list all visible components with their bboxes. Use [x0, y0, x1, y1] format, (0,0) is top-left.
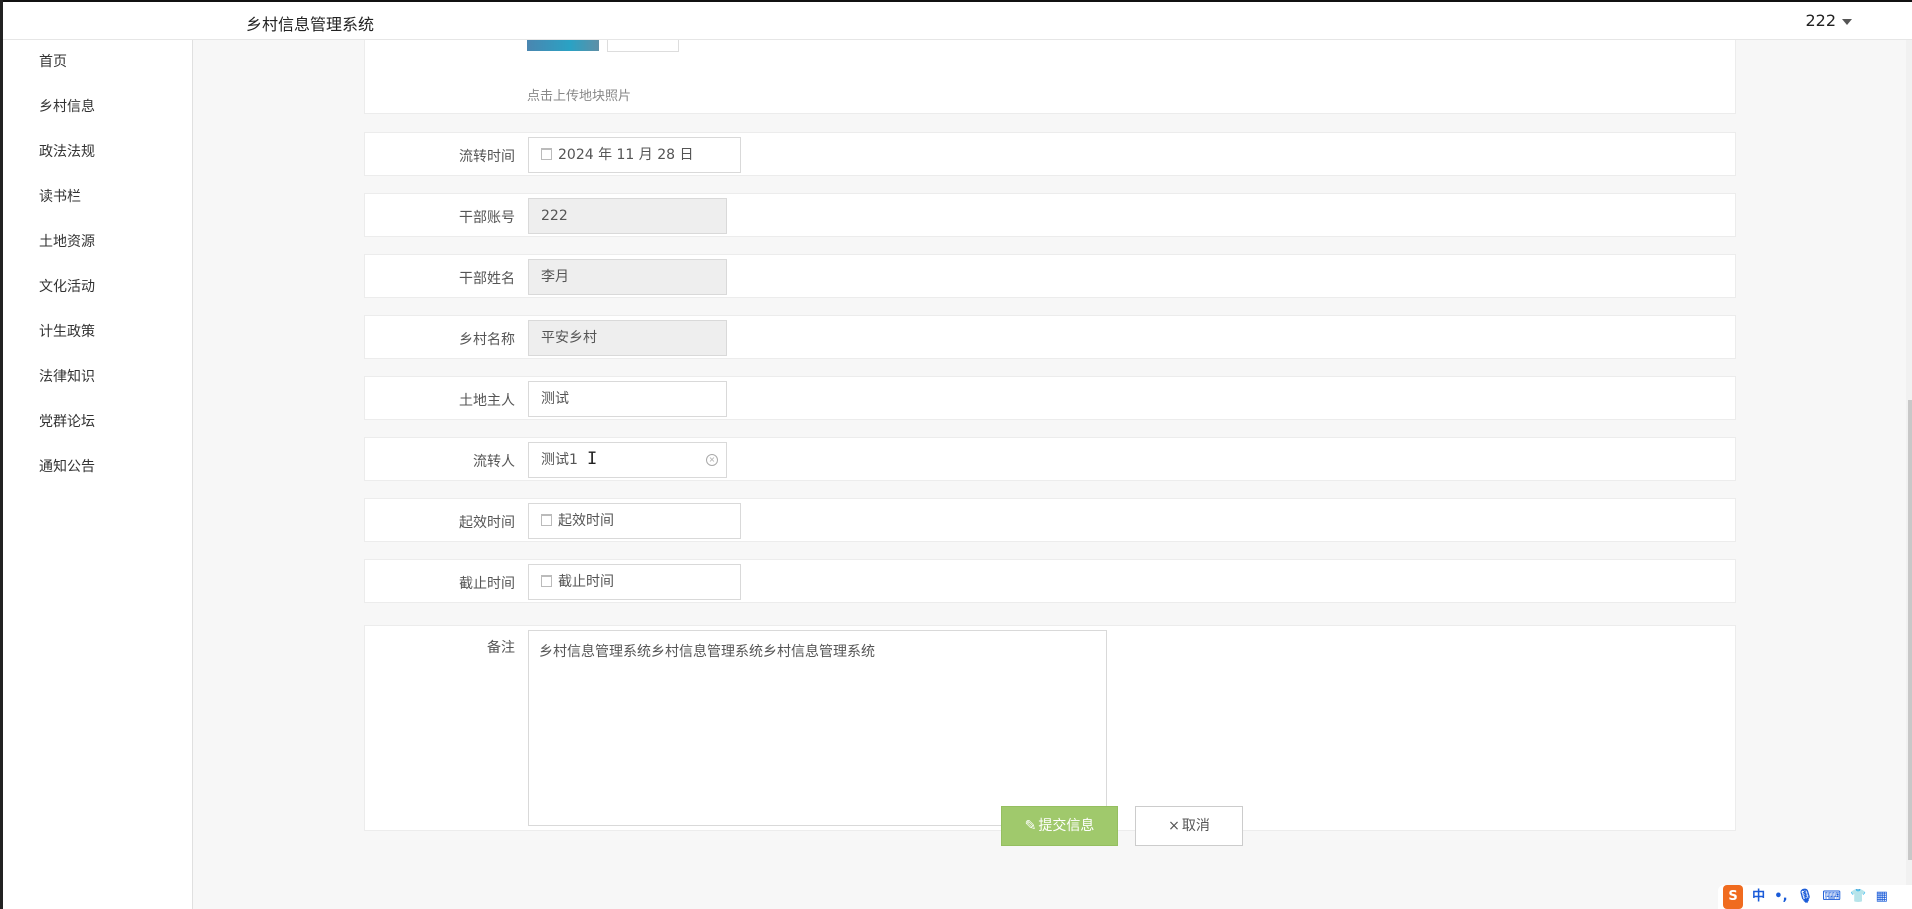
cadre-account-input[interactable]: 222: [528, 198, 727, 234]
village-name-input[interactable]: 平安乡村: [528, 320, 727, 356]
transfer-time-value: 2024 年 11 月 28 日: [558, 147, 694, 163]
deadline-placeholder: 截止时间: [558, 574, 614, 590]
village-name-row: 乡村名称 平安乡村: [364, 315, 1736, 359]
main-content: 点击上传地块照片 流转时间 2024 年 11 月 28 日 干部账号 222 …: [194, 38, 1912, 909]
land-photo-thumbnail[interactable]: [527, 39, 599, 51]
caret-down-icon: [1842, 18, 1852, 25]
transferee-input[interactable]: 测试1 I ×: [528, 442, 727, 478]
cadre-account-label: 干部账号: [459, 210, 515, 226]
sidebar-item-reading-column[interactable]: 读书栏: [0, 185, 95, 230]
effective-time-label: 起效时间: [459, 515, 515, 531]
toolbox-icon[interactable]: ▦: [1876, 885, 1888, 909]
transferee-label: 流转人: [473, 454, 515, 470]
deadline-label: 截止时间: [459, 576, 515, 592]
top-bar: 乡村信息管理系统 222: [0, 0, 1912, 40]
cancel-button[interactable]: × 取消: [1135, 806, 1243, 846]
transferee-value: 测试1: [541, 452, 578, 468]
clear-icon[interactable]: ×: [706, 454, 718, 466]
transfer-time-input[interactable]: 2024 年 11 月 28 日: [528, 137, 741, 173]
ime-logo-icon[interactable]: S: [1723, 885, 1743, 909]
app-title: 乡村信息管理系统: [246, 15, 375, 34]
cadre-name-input[interactable]: 李月: [528, 259, 727, 295]
calendar-icon: [541, 148, 552, 160]
calendar-icon: [541, 575, 552, 587]
scrollbar-thumb[interactable]: [1908, 400, 1912, 860]
deadline-input[interactable]: 截止时间: [528, 564, 741, 600]
effective-time-placeholder: 起效时间: [558, 513, 614, 529]
sidebar-item-home[interactable]: 首页: [0, 50, 95, 95]
submit-button[interactable]: ✎ 提交信息: [1001, 806, 1118, 846]
sidebar-item-family-planning[interactable]: 计生政策: [0, 320, 95, 365]
ime-mode-toggle[interactable]: 中: [1752, 885, 1765, 909]
submit-label: 提交信息: [1038, 818, 1095, 834]
remark-textarea[interactable]: 乡村信息管理系统乡村信息管理系统乡村信息管理系统: [528, 630, 1107, 826]
text-cursor-icon: I: [587, 449, 598, 469]
land-owner-row: 土地主人 测试: [364, 376, 1736, 420]
sidebar-menu: 首页 乡村信息 政法法规 读书栏 土地资源 文化活动 计生政策 法律知识 党群论…: [0, 50, 95, 500]
calendar-icon: [541, 514, 552, 526]
user-menu[interactable]: 222: [1805, 11, 1852, 30]
deadline-row: 截止时间 截止时间: [364, 559, 1736, 603]
transfer-time-row: 流转时间 2024 年 11 月 28 日: [364, 132, 1736, 176]
transferee-row: 流转人 测试1 I ×: [364, 437, 1736, 481]
edit-icon: ✎: [1024, 818, 1037, 834]
sidebar-item-notices[interactable]: 通知公告: [0, 455, 95, 500]
sidebar-item-village-info[interactable]: 乡村信息: [0, 95, 95, 140]
photo-remove-button[interactable]: [607, 39, 679, 52]
close-icon: ×: [1168, 818, 1180, 834]
remark-label: 备注: [487, 640, 515, 656]
cadre-name-label: 干部姓名: [459, 271, 515, 287]
ime-toolbar: S 中 •, 🎙 ⌨ 👕 ▦: [1718, 885, 1912, 909]
cancel-label: 取消: [1181, 818, 1210, 834]
sidebar-item-cultural-activities[interactable]: 文化活动: [0, 275, 95, 320]
sidebar-item-legal-knowledge[interactable]: 法律知识: [0, 365, 95, 410]
punctuation-icon[interactable]: •,: [1774, 885, 1787, 909]
effective-time-row: 起效时间 起效时间: [364, 498, 1736, 542]
user-name: 222: [1805, 11, 1836, 30]
cadre-name-row: 干部姓名 李月: [364, 254, 1736, 298]
transfer-time-label: 流转时间: [459, 149, 515, 165]
sidebar-item-laws-regulations[interactable]: 政法法规: [0, 140, 95, 185]
village-name-label: 乡村名称: [459, 332, 515, 348]
sidebar-item-land-resources[interactable]: 土地资源: [0, 230, 95, 275]
land-owner-input[interactable]: 测试: [528, 381, 727, 417]
photo-upload-row: 点击上传地块照片: [364, 38, 1736, 114]
keyboard-icon[interactable]: ⌨: [1822, 885, 1841, 909]
microphone-icon[interactable]: 🎙: [1797, 885, 1814, 909]
effective-time-input[interactable]: 起效时间: [528, 503, 741, 539]
upload-hint[interactable]: 点击上传地块照片: [527, 85, 631, 104]
sidebar: 管停 首页 乡村信息 政法法规 读书栏 土地资源 文化活动 计生政策 法律知识 …: [0, 0, 193, 909]
remark-row: 备注 乡村信息管理系统乡村信息管理系统乡村信息管理系统: [364, 625, 1736, 831]
land-owner-label: 土地主人: [459, 393, 515, 409]
cadre-account-row: 干部账号 222: [364, 193, 1736, 237]
skin-icon[interactable]: 👕: [1850, 885, 1866, 909]
sidebar-item-party-forum[interactable]: 党群论坛: [0, 410, 95, 455]
window-edge: [0, 0, 3, 909]
